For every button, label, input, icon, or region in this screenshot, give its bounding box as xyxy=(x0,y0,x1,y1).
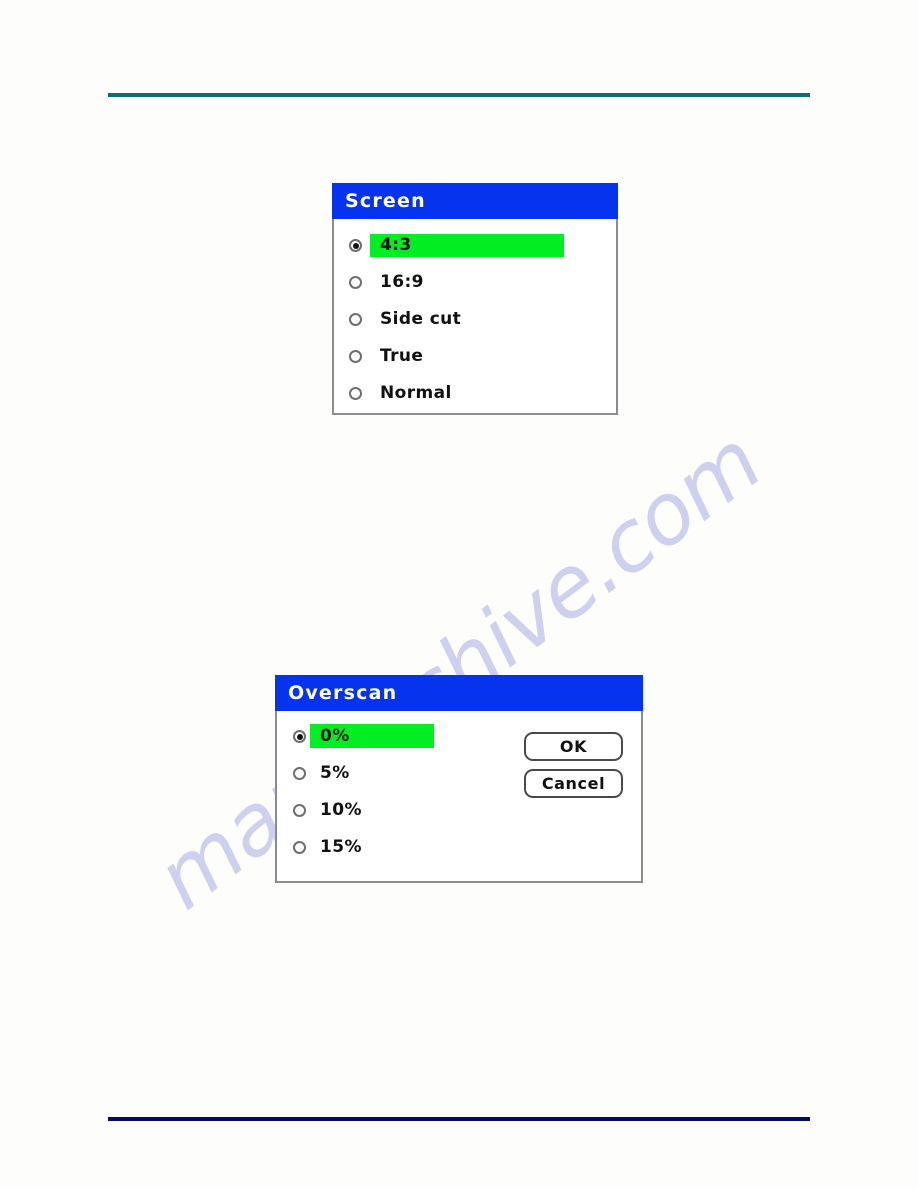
radio-icon[interactable] xyxy=(349,313,362,326)
footer-rule xyxy=(108,1117,810,1121)
screen-option-normal[interactable]: Normal xyxy=(334,375,616,412)
radio-icon[interactable] xyxy=(293,767,306,780)
screen-option-true[interactable]: True xyxy=(334,338,616,375)
cancel-button[interactable]: Cancel xyxy=(524,769,623,798)
ok-button[interactable]: OK xyxy=(524,732,623,761)
option-label: True xyxy=(380,346,424,366)
radio-icon[interactable] xyxy=(293,804,306,817)
header-rule xyxy=(108,93,810,97)
option-label: 15% xyxy=(320,837,362,857)
option-label: Side cut xyxy=(380,309,462,329)
option-label: 16:9 xyxy=(380,272,424,292)
manual-page: manualshive.com Screen 4:3 16:9 Side cut… xyxy=(0,0,918,1188)
screen-option-16-9[interactable]: 16:9 xyxy=(334,264,616,301)
radio-icon[interactable] xyxy=(293,841,306,854)
option-label: Normal xyxy=(380,383,452,403)
screen-dialog-body: 4:3 16:9 Side cut True Normal xyxy=(334,227,616,413)
screen-option-4-3[interactable]: 4:3 xyxy=(334,227,616,264)
overscan-option-15[interactable]: 15% xyxy=(277,829,641,866)
radio-icon[interactable] xyxy=(349,350,362,363)
option-label: 10% xyxy=(320,800,362,820)
screen-option-side-cut[interactable]: Side cut xyxy=(334,301,616,338)
overscan-dialog-title: Overscan xyxy=(275,675,643,711)
option-label: 0% xyxy=(320,726,350,746)
radio-icon[interactable] xyxy=(349,276,362,289)
screen-dialog-title: Screen xyxy=(332,183,618,219)
screen-dialog: Screen 4:3 16:9 Side cut True Normal xyxy=(332,183,618,415)
option-label: 4:3 xyxy=(380,235,412,255)
overscan-button-group: OK Cancel xyxy=(524,732,623,798)
overscan-dialog: Overscan 0% 5% 10% 15% OK Cancel xyxy=(275,675,643,883)
radio-icon[interactable] xyxy=(293,730,306,743)
radio-icon[interactable] xyxy=(349,387,362,400)
option-label: 5% xyxy=(320,763,350,783)
overscan-dialog-body: 0% 5% 10% 15% OK Cancel xyxy=(277,718,641,881)
radio-icon[interactable] xyxy=(349,239,362,252)
